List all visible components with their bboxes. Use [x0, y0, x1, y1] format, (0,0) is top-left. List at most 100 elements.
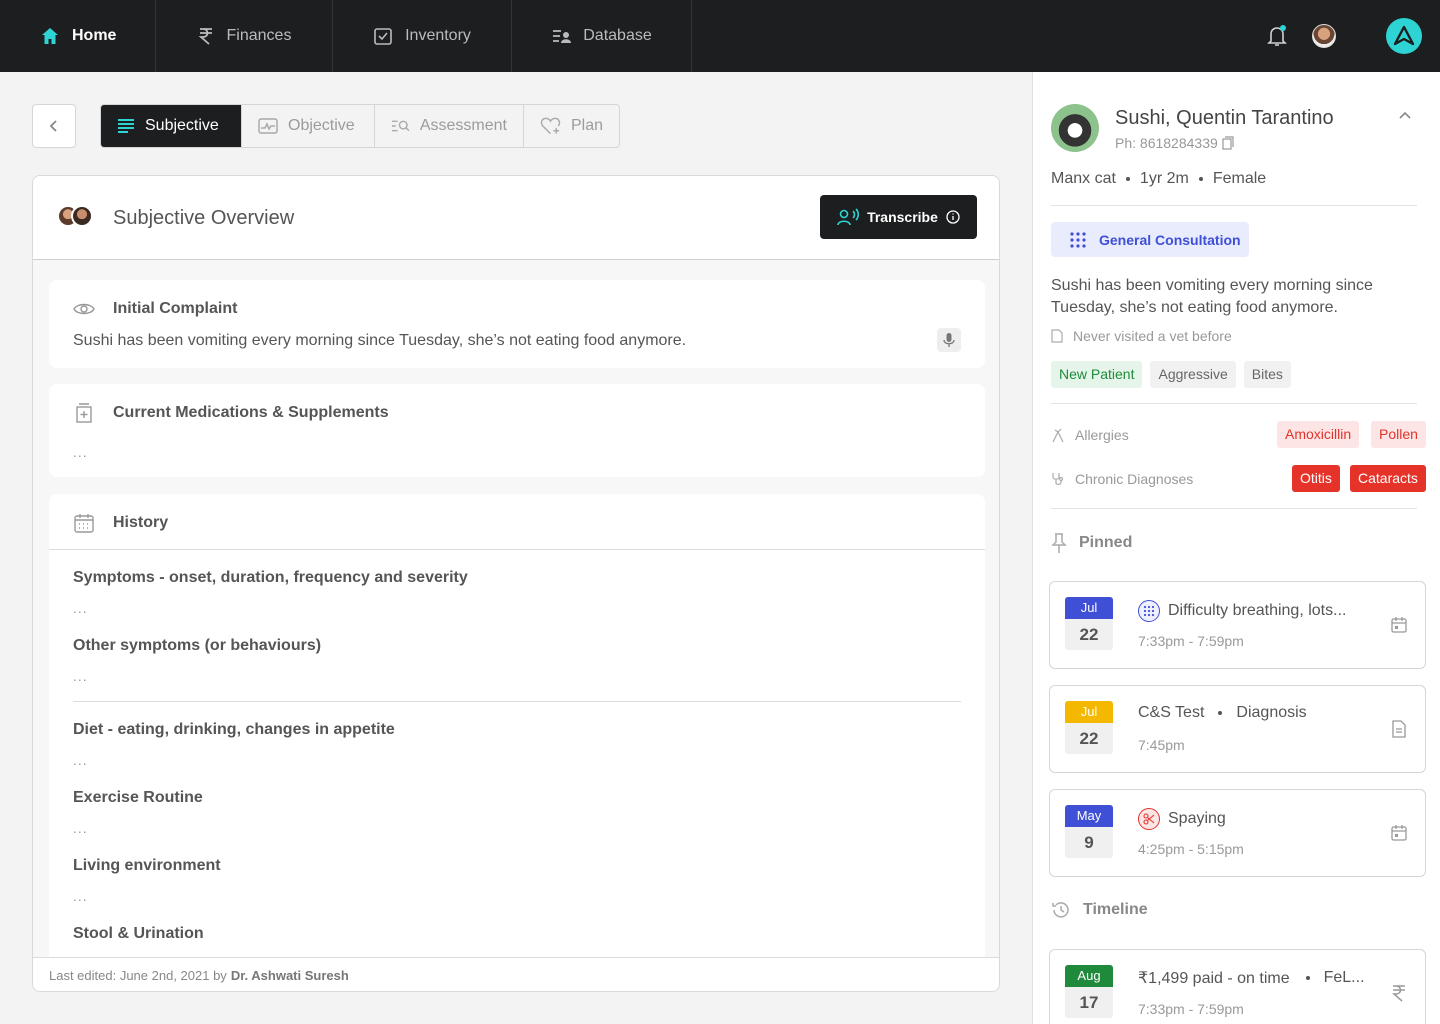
- event-time: 7:33pm - 7:59pm: [1138, 633, 1244, 649]
- app-logo[interactable]: [1386, 18, 1422, 54]
- allergies-label: Allergies: [1075, 427, 1129, 443]
- pinned-title: Pinned: [1079, 534, 1133, 551]
- event-subtitle: Diagnosis: [1236, 704, 1307, 721]
- history-item-label: Other symptoms (or behaviours): [73, 637, 322, 654]
- tag-aggressive: Aggressive: [1150, 361, 1236, 388]
- consultation-icon: [1138, 600, 1160, 622]
- notification-bell-icon[interactable]: [1266, 24, 1288, 48]
- history-item-value[interactable]: ...: [73, 888, 88, 904]
- medications-title: Current Medications & Supplements: [113, 404, 389, 421]
- history-item-label: Exercise Routine: [73, 789, 203, 806]
- chronic-chip: Otitis: [1292, 465, 1340, 492]
- event-subtitle: FeL...: [1323, 969, 1365, 986]
- history-section: History Symptoms - onset, duration, freq…: [49, 494, 985, 957]
- medications-value[interactable]: ...: [73, 444, 88, 460]
- date-month: Jul: [1065, 597, 1113, 619]
- patient-note: Never visited a vet before: [1051, 328, 1232, 344]
- divider: [73, 701, 961, 702]
- transcribe-label: Transcribe: [867, 209, 938, 225]
- copy-icon[interactable]: [1222, 136, 1234, 150]
- calendar-icon[interactable]: [1390, 616, 1408, 634]
- pinned-heading: Pinned: [1051, 532, 1132, 554]
- timeline-event[interactable]: Aug 17 ₹1,499 paid - on time FeL... 7:33…: [1049, 949, 1426, 1024]
- divider: [49, 549, 985, 550]
- tab-assessment[interactable]: Assessment: [375, 105, 524, 147]
- rupee-icon: [198, 28, 212, 45]
- tag-new-patient: New Patient: [1051, 361, 1143, 388]
- document-icon: [1051, 329, 1063, 343]
- nav-home[interactable]: Home: [0, 0, 156, 72]
- event-title-row: C&S Test Diagnosis: [1138, 704, 1307, 722]
- collaborator-avatars: [57, 205, 97, 229]
- event-title-row: Spaying: [1138, 808, 1226, 830]
- nav-database[interactable]: Database: [512, 0, 692, 72]
- tab-subjective[interactable]: Subjective: [101, 105, 242, 147]
- mic-button[interactable]: [937, 328, 961, 352]
- tab-subjective-label: Subjective: [145, 117, 219, 134]
- chevron-up-icon[interactable]: [1397, 108, 1413, 124]
- allergy-chip: Amoxicillin: [1277, 421, 1360, 448]
- nav-home-label: Home: [72, 27, 117, 44]
- initial-complaint-text[interactable]: Sushi has been vomiting every morning si…: [73, 332, 686, 350]
- tab-objective[interactable]: Objective: [242, 105, 375, 147]
- chronic-label: Chronic Diagnoses: [1075, 471, 1194, 487]
- event-time: 7:45pm: [1138, 737, 1185, 753]
- nav-finances[interactable]: Finances: [156, 0, 333, 72]
- patient-sex: Female: [1212, 170, 1267, 187]
- lines-icon: [118, 119, 134, 133]
- date-day: 17: [1079, 993, 1099, 1012]
- date-day: 22: [1079, 729, 1099, 748]
- patient-age: 1yr 2m: [1139, 170, 1189, 187]
- medicine-box-icon: [76, 403, 92, 423]
- pinned-event[interactable]: Jul 22 Difficulty breathing, lots... 7:3…: [1049, 581, 1426, 669]
- event-title: ₹1,499 paid - on time: [1138, 970, 1290, 987]
- patient-phone-text: Ph: 8618284339: [1115, 135, 1218, 151]
- card-header: Subjective Overview Transcribe: [33, 176, 999, 260]
- history-item-value[interactable]: ...: [73, 668, 88, 684]
- patient-meta: Manx cat 1yr 2m Female: [1051, 170, 1266, 188]
- bullet: [1305, 976, 1310, 980]
- allergies-row: Allergies: [1051, 427, 1129, 443]
- consultation-label: General Consultation: [1099, 231, 1241, 248]
- calendar-icon[interactable]: [1390, 824, 1408, 842]
- nav-finances-label: Finances: [226, 27, 292, 44]
- tab-objective-label: Objective: [288, 117, 355, 134]
- bullet: [1198, 177, 1203, 181]
- date-day: 9: [1084, 833, 1094, 852]
- tab-plan[interactable]: Plan: [524, 105, 619, 147]
- last-edited-text: Last edited: June 2nd, 2021 by: [49, 968, 227, 983]
- consultation-badge[interactable]: General Consultation: [1051, 222, 1249, 257]
- user-avatar[interactable]: [1312, 24, 1336, 48]
- history-item-label: Diet - eating, drinking, changes in appe…: [73, 721, 395, 738]
- last-edited-author[interactable]: Dr. Ashwati Suresh: [231, 968, 349, 983]
- soap-tabs: Subjective Objective Assessment Plan: [100, 104, 620, 148]
- mic-icon: [943, 333, 955, 347]
- chevron-left-icon: [49, 120, 57, 132]
- pinned-event[interactable]: Jul 22 C&S Test Diagnosis 7:45pm: [1049, 685, 1426, 773]
- event-time: 4:25pm - 5:15pm: [1138, 841, 1244, 857]
- date-month: Aug: [1065, 965, 1113, 987]
- history-item-value[interactable]: ...: [73, 752, 88, 768]
- history-title: History: [113, 514, 169, 531]
- date-badge: Aug 17: [1065, 965, 1113, 1018]
- nav-inventory[interactable]: Inventory: [333, 0, 512, 72]
- voice-icon: [837, 208, 860, 226]
- back-button[interactable]: [32, 104, 76, 148]
- clipboard-icon: [374, 28, 392, 45]
- transcribe-button[interactable]: Transcribe: [820, 195, 977, 239]
- search-list-icon: [391, 120, 410, 132]
- date-badge: Jul 22: [1065, 597, 1113, 650]
- pinned-event[interactable]: May 9 Spaying 4:25pm - 5:15pm: [1049, 789, 1426, 877]
- rupee-icon[interactable]: [1390, 984, 1408, 1002]
- chronic-chip: Cataracts: [1350, 465, 1426, 492]
- date-badge: Jul 22: [1065, 701, 1113, 754]
- event-title: C&S Test: [1138, 704, 1205, 721]
- history-item-value[interactable]: ...: [73, 820, 88, 836]
- vitals-icon: [258, 118, 278, 134]
- home-icon: [42, 28, 58, 44]
- chronic-row: Chronic Diagnoses: [1051, 471, 1193, 487]
- nav-inventory-label: Inventory: [405, 27, 471, 44]
- document-icon[interactable]: [1390, 720, 1408, 738]
- top-nav: Home Finances Inventory Database: [0, 0, 1440, 72]
- history-item-value[interactable]: ...: [73, 600, 88, 616]
